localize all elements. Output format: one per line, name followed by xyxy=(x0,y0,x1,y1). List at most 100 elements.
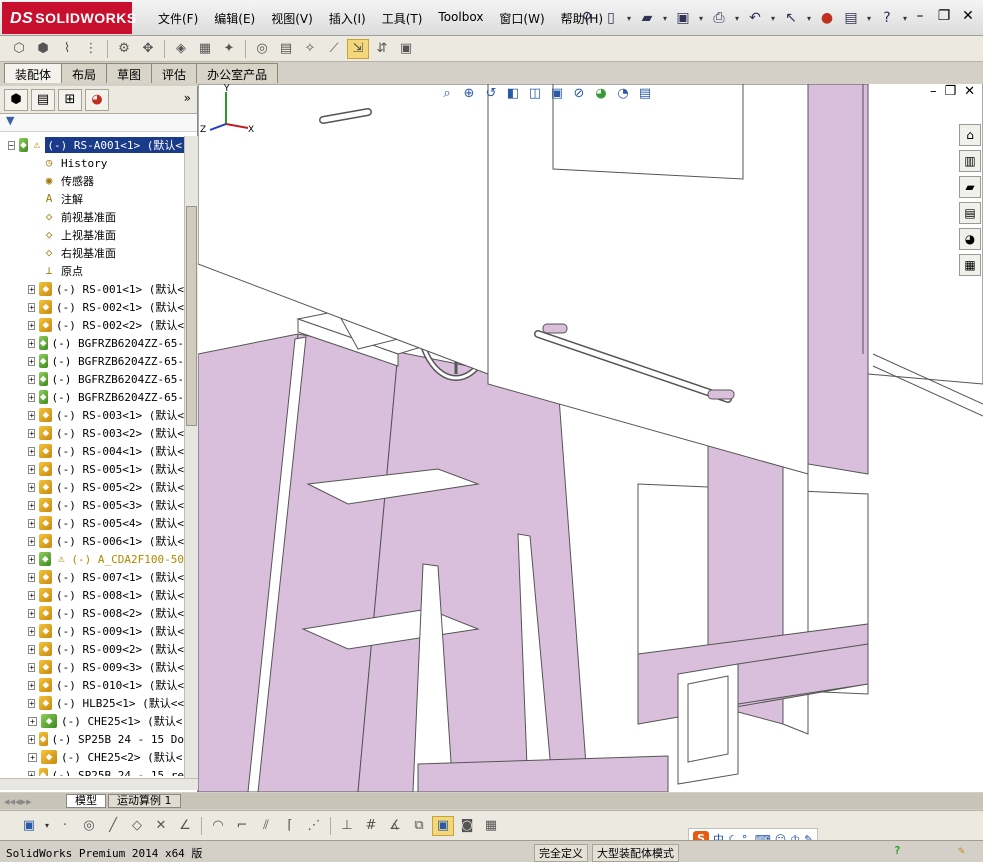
menu-edit[interactable]: 编辑(E) xyxy=(206,10,263,27)
menu-tools[interactable]: 工具(T) xyxy=(374,10,431,27)
update-speedpak-icon[interactable]: ⇵ xyxy=(371,39,393,59)
tree-component[interactable]: + ◆ (-) RS-004<1> (默认< xyxy=(0,442,184,460)
tree-component[interactable]: + ◆ (-) RS-002<1> (默认< xyxy=(0,298,184,316)
expand-icon[interactable]: + xyxy=(28,698,36,708)
new-document-icon[interactable]: ▯ xyxy=(600,7,622,29)
show-hidden-icon[interactable]: ◈ xyxy=(170,39,192,59)
expand-icon[interactable]: + xyxy=(28,752,37,762)
tree-component[interactable]: + ◆ (-) RS-001<1> (默认< xyxy=(0,280,184,298)
tree-component[interactable]: + ◆ (-) RS-009<3> (默认< xyxy=(0,658,184,676)
file-explorer-icon[interactable]: ▰ xyxy=(959,176,981,198)
expand-icon[interactable]: + xyxy=(28,392,35,402)
grid-icon[interactable]: # xyxy=(360,816,382,836)
help-dropdown-icon[interactable]: ▾ xyxy=(900,14,910,23)
graphics-area[interactable]: ⌕ ⊕ ↺ ◧ ◫ ▣ ⊘ ◕ ◔ ▤ – ❐ ✕ ⌂ ▥ ▰ ▤ ◕ ▦ Y … xyxy=(198,84,983,792)
tree-component[interactable]: + ◆ (-) RS-005<2> (默认< xyxy=(0,478,184,496)
feature-manager-tab-icon[interactable]: ⬢ xyxy=(4,88,28,111)
expand-icon[interactable]: + xyxy=(28,644,36,654)
apply-scene-icon[interactable]: ◔ xyxy=(614,85,632,103)
tree-component[interactable]: + ◆ (-) RS-010<1> (默认< xyxy=(0,676,184,694)
menu-insert[interactable]: 插入(I) xyxy=(321,10,374,27)
save-dropdown-icon[interactable]: ▾ xyxy=(696,14,706,23)
tree-component[interactable]: + ◆ (-) RS-002<2> (默认< xyxy=(0,316,184,334)
tree-component[interactable]: + ◆ (-) RS-005<4> (默认< xyxy=(0,514,184,532)
trim-icon[interactable]: ✕ xyxy=(150,816,172,836)
tree-component[interactable]: + ◆ (-) HLB25<1> (默认<< xyxy=(0,694,184,712)
expand-icon[interactable]: + xyxy=(28,374,35,384)
pin-icon[interactable]: ⚲ xyxy=(576,7,598,29)
tree-vertical-scrollbar[interactable] xyxy=(184,136,198,778)
undo-icon[interactable]: ↶ xyxy=(744,7,766,29)
expand-icon[interactable]: + xyxy=(28,626,36,636)
expand-icon[interactable]: + xyxy=(28,320,36,330)
expand-icon[interactable]: + xyxy=(28,464,36,474)
assembly-features-icon[interactable]: ▦ xyxy=(194,39,216,59)
tab-assembly[interactable]: 装配体 xyxy=(4,63,63,83)
undo-dropdown-icon[interactable]: ▾ xyxy=(768,14,778,23)
tree-system-item[interactable]: ◇ 右视基准面 xyxy=(0,244,184,262)
angle-line-icon[interactable]: ∠ xyxy=(174,816,196,836)
tree-component[interactable]: + ◆ (-) BGFRZB6204ZZ-65- xyxy=(0,334,184,352)
expand-icon[interactable]: + xyxy=(28,608,36,618)
save-icon[interactable]: ▣ xyxy=(672,7,694,29)
file-properties-icon[interactable]: ▤ xyxy=(840,7,862,29)
menu-toolbox[interactable]: Toolbox xyxy=(430,10,491,27)
move-component-icon[interactable]: ✥ xyxy=(137,39,159,59)
smart-dimension-icon[interactable]: ⊥ xyxy=(336,816,358,836)
tree-component[interactable]: + ◆ (-) BGFRZB6204ZZ-65- xyxy=(0,352,184,370)
tree-component[interactable]: + ◆ (-) RS-009<1> (默认< xyxy=(0,622,184,640)
configuration-manager-tab-icon[interactable]: ⊞ xyxy=(58,88,82,111)
expand-icon[interactable]: + xyxy=(28,284,36,294)
minimize-icon[interactable]: – xyxy=(911,8,929,24)
open-folder-icon[interactable]: ▰ xyxy=(636,7,658,29)
shaded-view-icon[interactable]: ▣ xyxy=(432,815,454,836)
filter-icon[interactable]: ▼ xyxy=(0,114,197,132)
insert-component-icon[interactable]: ⬡ xyxy=(8,39,30,59)
view-palette-icon[interactable]: ▤ xyxy=(959,202,981,224)
point-icon[interactable]: · xyxy=(54,816,76,836)
linear-pattern-icon[interactable]: ⋮ xyxy=(80,39,102,59)
tree-component[interactable]: + ◆ (-) SP25B 24 - 15 Do xyxy=(0,730,184,748)
tree-system-item[interactable]: ◉ 传感器 xyxy=(0,172,184,190)
expand-chevron-icon[interactable]: » xyxy=(184,91,191,105)
expand-icon[interactable]: + xyxy=(28,500,36,510)
circle-icon[interactable]: ◎ xyxy=(78,816,100,836)
zoom-to-fit-icon[interactable]: ⌕ xyxy=(438,85,456,103)
tree-component[interactable]: + ◆ (-) BGFRZB6204ZZ-65- xyxy=(0,370,184,388)
tab-model[interactable]: 模型 xyxy=(66,794,106,808)
solidworks-logo[interactable]: DS SOLIDWORKS xyxy=(2,2,136,34)
reference-geometry-icon[interactable]: ✦ xyxy=(218,39,240,59)
tree-system-item[interactable]: A 注解 xyxy=(0,190,184,208)
assembly-model[interactable] xyxy=(198,84,983,792)
select-dropdown-icon[interactable]: ▾ xyxy=(804,14,814,23)
scrollbar-thumb[interactable] xyxy=(186,206,197,426)
tab-sketch[interactable]: 草图 xyxy=(106,63,153,83)
tree-root-assembly[interactable]: − ◆ ⚠ (-) RS-A001<1> (默认< xyxy=(0,136,184,154)
tab-motion-study[interactable]: 运动算例 1 xyxy=(108,794,181,808)
tree-component[interactable]: + ◆ (-) RS-009<2> (默认< xyxy=(0,640,184,658)
solidworks-resources-icon[interactable]: ⌂ xyxy=(959,124,981,146)
angle-icon[interactable]: ∡ xyxy=(384,816,406,836)
smart-fasteners-icon[interactable]: ⚙ xyxy=(113,39,135,59)
expand-icon[interactable]: + xyxy=(28,680,36,690)
menu-view[interactable]: 视图(V) xyxy=(263,10,321,27)
pencil-icon[interactable]: ✎ xyxy=(958,844,965,857)
tree-system-item[interactable]: ◇ 上视基准面 xyxy=(0,226,184,244)
box-view-icon[interactable]: ⧉ xyxy=(408,816,430,836)
doc-restore-icon[interactable]: ❐ xyxy=(944,84,956,99)
custom-properties-icon[interactable]: ▦ xyxy=(959,254,981,276)
tab-scroll-arrows-icon[interactable]: ◂◂◂▸▸ xyxy=(4,795,64,808)
instant3d-icon[interactable]: ⇲ xyxy=(347,38,369,59)
tree-component[interactable]: + ◆ (-) RS-003<1> (默认< xyxy=(0,406,184,424)
print-dropdown-icon[interactable]: ▾ xyxy=(732,14,742,23)
doc-minimize-icon[interactable]: – xyxy=(930,84,937,99)
tree-component[interactable]: + ◆ (-) RS-008<1> (默认< xyxy=(0,586,184,604)
section-view-icon[interactable]: ◧ xyxy=(504,85,522,103)
tree-component[interactable]: + ◆ (-) BGFRZB6204ZZ-65- xyxy=(0,388,184,406)
expand-icon[interactable]: + xyxy=(28,518,36,528)
expand-icon[interactable]: + xyxy=(28,716,37,726)
tree-system-item[interactable]: ◷ History xyxy=(0,154,184,172)
new-part-icon[interactable]: ⬢ xyxy=(32,39,54,59)
bill-of-materials-icon[interactable]: ▤ xyxy=(275,39,297,59)
display-style-icon[interactable]: ▣ xyxy=(548,85,566,103)
